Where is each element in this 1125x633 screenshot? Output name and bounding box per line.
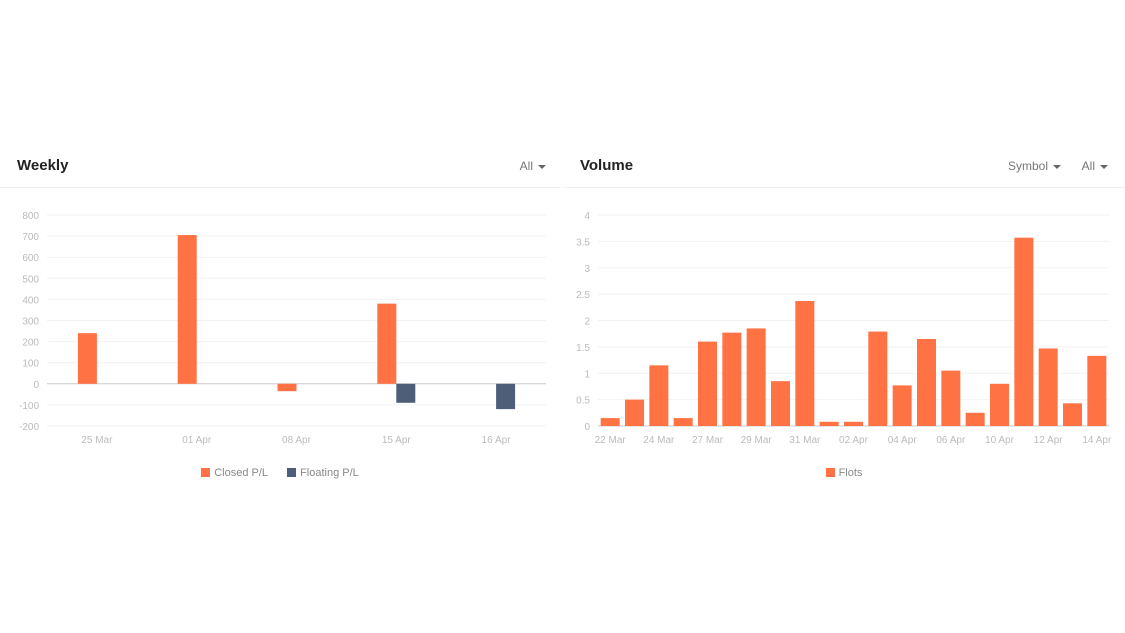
- bar-closed-p-l: [277, 383, 297, 392]
- y-tick-label: 1: [584, 369, 590, 380]
- weekly-chart: 800 700 600 500 400 300 200 100 0 -100 -200 25 Mar 0…: [19, 211, 546, 446]
- x-tick-label: 12 Apr: [1034, 435, 1064, 446]
- x-tick-label: 04 Apr: [888, 435, 918, 446]
- legend-label: Floating P/L: [300, 467, 359, 479]
- y-tick-label: 300: [22, 317, 39, 328]
- y-tick-label: -200: [19, 422, 39, 433]
- x-tick-label: 31 Mar: [789, 435, 821, 446]
- x-tick-label: 14 Apr: [1082, 435, 1112, 446]
- legend-flots[interactable]: Flots: [825, 467, 863, 479]
- bar-flots: [941, 370, 961, 426]
- y-tick-label: 100: [22, 359, 39, 370]
- bar-flots: [868, 331, 888, 426]
- x-tick-label: 16 Apr: [482, 435, 512, 446]
- bar-flots: [722, 332, 742, 426]
- bar-flots: [892, 385, 912, 426]
- legend-swatch: [825, 468, 835, 477]
- x-tick-label: 02 Apr: [839, 435, 869, 446]
- x-tick-label: 29 Mar: [741, 435, 773, 446]
- y-tick-label: 1.5: [576, 343, 590, 354]
- y-tick-label: 600: [22, 253, 39, 264]
- y-tick-label: 3.5: [576, 237, 590, 248]
- legend-swatch: [201, 468, 211, 477]
- y-tick-label: 500: [22, 274, 39, 285]
- y-tick-label: 0.5: [576, 396, 590, 407]
- bar-flots: [795, 300, 815, 426]
- bar-flots: [625, 399, 644, 426]
- y-tick-label: 700: [22, 232, 39, 243]
- y-tick-label: 0: [584, 422, 590, 433]
- y-tick-label: 400: [22, 295, 39, 306]
- bar-closed-p-l: [177, 235, 197, 384]
- bar-closed-p-l: [377, 303, 397, 384]
- bar-flots: [1038, 348, 1058, 426]
- y-tick-label: 2.5: [576, 290, 590, 301]
- x-tick-label: 01 Apr: [182, 435, 212, 446]
- y-tick-label: -100: [19, 401, 39, 412]
- volume-legend: Flots: [563, 467, 1125, 479]
- y-tick-label: 3: [584, 264, 590, 275]
- y-tick-label: 4: [584, 211, 590, 222]
- legend-swatch: [287, 468, 297, 477]
- x-tick-label: 24 Mar: [643, 435, 675, 446]
- bar-floating-p-l: [496, 383, 516, 410]
- bar-flots: [673, 418, 693, 426]
- weekly-legend: Closed P/L Floating P/L: [0, 467, 560, 479]
- bar-flots: [746, 328, 766, 426]
- bar-flots: [844, 421, 863, 426]
- x-tick-label: 27 Mar: [692, 435, 724, 446]
- x-tick-label: 10 Apr: [985, 435, 1015, 446]
- bar-floating-p-l: [396, 383, 416, 403]
- y-tick-label: 2: [584, 317, 590, 328]
- bar-flots: [965, 412, 985, 426]
- bar-flots: [1087, 355, 1107, 426]
- x-tick-label: 08 Apr: [282, 435, 312, 446]
- bar-closed-p-l: [77, 333, 97, 384]
- bar-flots: [698, 341, 717, 426]
- bar-flots: [990, 383, 1009, 426]
- y-tick-label: 0: [33, 380, 39, 391]
- legend-floating-pl[interactable]: Floating P/L: [287, 467, 359, 479]
- legend-label: Flots: [838, 467, 863, 479]
- legend-closed-pl[interactable]: Closed P/L: [201, 467, 268, 479]
- legend-label: Closed P/L: [214, 467, 269, 479]
- bar-flots: [1014, 237, 1034, 426]
- volume-panel: Volume Symbol All 4 3.5 3 2.5 2 1.5 1 0.5 0 22 Ma…: [563, 145, 1125, 490]
- y-tick-label: 800: [22, 211, 39, 222]
- weekly-panel: Weekly All 800 700 600 500 400 300 200 100 0 -100…: [0, 145, 560, 490]
- bar-flots: [819, 421, 839, 426]
- bar-flots: [1063, 403, 1082, 426]
- x-tick-label: 22 Mar: [595, 435, 627, 446]
- bar-flots: [649, 365, 669, 426]
- bar-flots: [600, 418, 620, 426]
- x-tick-label: 25 Mar: [81, 435, 113, 446]
- volume-chart: 4 3.5 3 2.5 2 1.5 1 0.5 0 22 Mar 24 Mar 27 Mar 29 Ma…: [576, 211, 1112, 446]
- bar-flots: [771, 381, 790, 426]
- x-tick-label: 15 Apr: [382, 435, 412, 446]
- y-tick-label: 200: [22, 338, 39, 349]
- x-tick-label: 06 Apr: [936, 435, 966, 446]
- bar-flots: [917, 338, 936, 426]
